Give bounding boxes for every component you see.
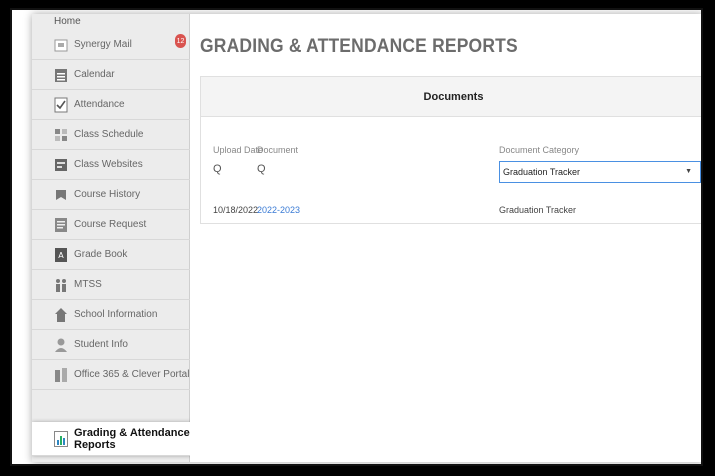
sidebar-item-label: Course History [74, 189, 141, 200]
page-title: GRADING & ATTENDANCE REPORTS [200, 36, 518, 57]
row-document-category: Graduation Tracker [499, 205, 577, 215]
sidebar-item-course-request[interactable]: Course Request [32, 210, 190, 240]
reports-icon [54, 430, 68, 447]
sidebar-item-label: Synergy Mail [74, 39, 132, 50]
sidebar-item-label: Course Request [74, 219, 147, 230]
student-icon [54, 337, 68, 353]
school-icon [54, 307, 68, 323]
chevron-down-icon: ▼ [685, 168, 692, 175]
documents-panel: Documents Upload Date Document Document … [200, 76, 701, 224]
request-icon [54, 217, 68, 233]
sidebar-item-office-365-clever-portal[interactable]: Office 365 & Clever Portal [32, 360, 190, 390]
sidebar-item-class-websites[interactable]: Class Websites [32, 150, 190, 180]
sidebar-item-mtss[interactable]: MTSS [32, 270, 190, 300]
main-content: GRADING & ATTENDANCE REPORTS Documents U… [190, 14, 701, 462]
sidebar-item-synergy-mail[interactable]: Synergy Mail 12 [32, 30, 190, 60]
sidebar-item-label: School Information [74, 309, 158, 320]
sidebar-item-label: Grade Book [74, 249, 128, 260]
panel-title: Documents [201, 77, 701, 117]
svg-text:A: A [58, 251, 64, 260]
home-link[interactable]: Home [54, 16, 81, 27]
sidebar-item-label: Student Info [74, 339, 128, 350]
sidebar-item-label: Grading & Attendance Reports [74, 426, 190, 451]
column-header-upload-date[interactable]: Upload Date [213, 145, 263, 155]
app-window: Home Synergy Mail 12 Calendar Attendance [32, 14, 701, 462]
sidebar-item-course-history[interactable]: Course History [32, 180, 190, 210]
mail-icon [54, 37, 68, 53]
sidebar-item-class-schedule[interactable]: Class Schedule [32, 120, 190, 150]
upload-date-filter-search-icon[interactable]: Q [213, 163, 222, 175]
row-upload-date: 10/18/2022 [213, 205, 259, 215]
select-value: Graduation Tracker [503, 167, 581, 177]
document-category-select[interactable]: Graduation Tracker ▼ [499, 161, 701, 183]
sidebar-item-label: Office 365 & Clever Portal [74, 369, 190, 380]
row-document-link[interactable]: 2022-2023 [257, 205, 300, 215]
sidebar: Home Synergy Mail 12 Calendar Attendance [32, 14, 192, 462]
office-icon [54, 367, 68, 383]
mail-count-badge: 12 [175, 34, 186, 48]
attendance-icon [54, 97, 68, 113]
gradebook-icon: A [54, 247, 68, 263]
schedule-icon [54, 127, 68, 143]
sidebar-item-school-information[interactable]: School Information [32, 300, 190, 330]
sidebar-item-student-info[interactable]: Student Info [32, 330, 190, 360]
sidebar-item-label: Class Websites [74, 159, 143, 170]
sidebar-item-attendance[interactable]: Attendance [32, 90, 190, 120]
column-header-document-category[interactable]: Document Category [499, 145, 579, 155]
calendar-icon [54, 67, 68, 83]
mtss-icon [54, 277, 68, 293]
sidebar-item-grading-attendance-reports[interactable]: Grading & Attendance Reports [32, 422, 192, 456]
sidebar-item-grade-book[interactable]: A Grade Book [32, 240, 190, 270]
sidebar-item-label: MTSS [74, 279, 102, 290]
websites-icon [54, 157, 68, 173]
sidebar-item-label: Attendance [74, 99, 125, 110]
sidebar-item-label: Class Schedule [74, 129, 144, 140]
history-icon [54, 187, 68, 203]
column-header-document[interactable]: Document [257, 145, 298, 155]
sidebar-item-calendar[interactable]: Calendar [32, 60, 190, 90]
screenshot-frame: Home Synergy Mail 12 Calendar Attendance [10, 8, 703, 466]
document-filter-search-icon[interactable]: Q [257, 163, 266, 175]
sidebar-item-label: Calendar [74, 69, 115, 80]
